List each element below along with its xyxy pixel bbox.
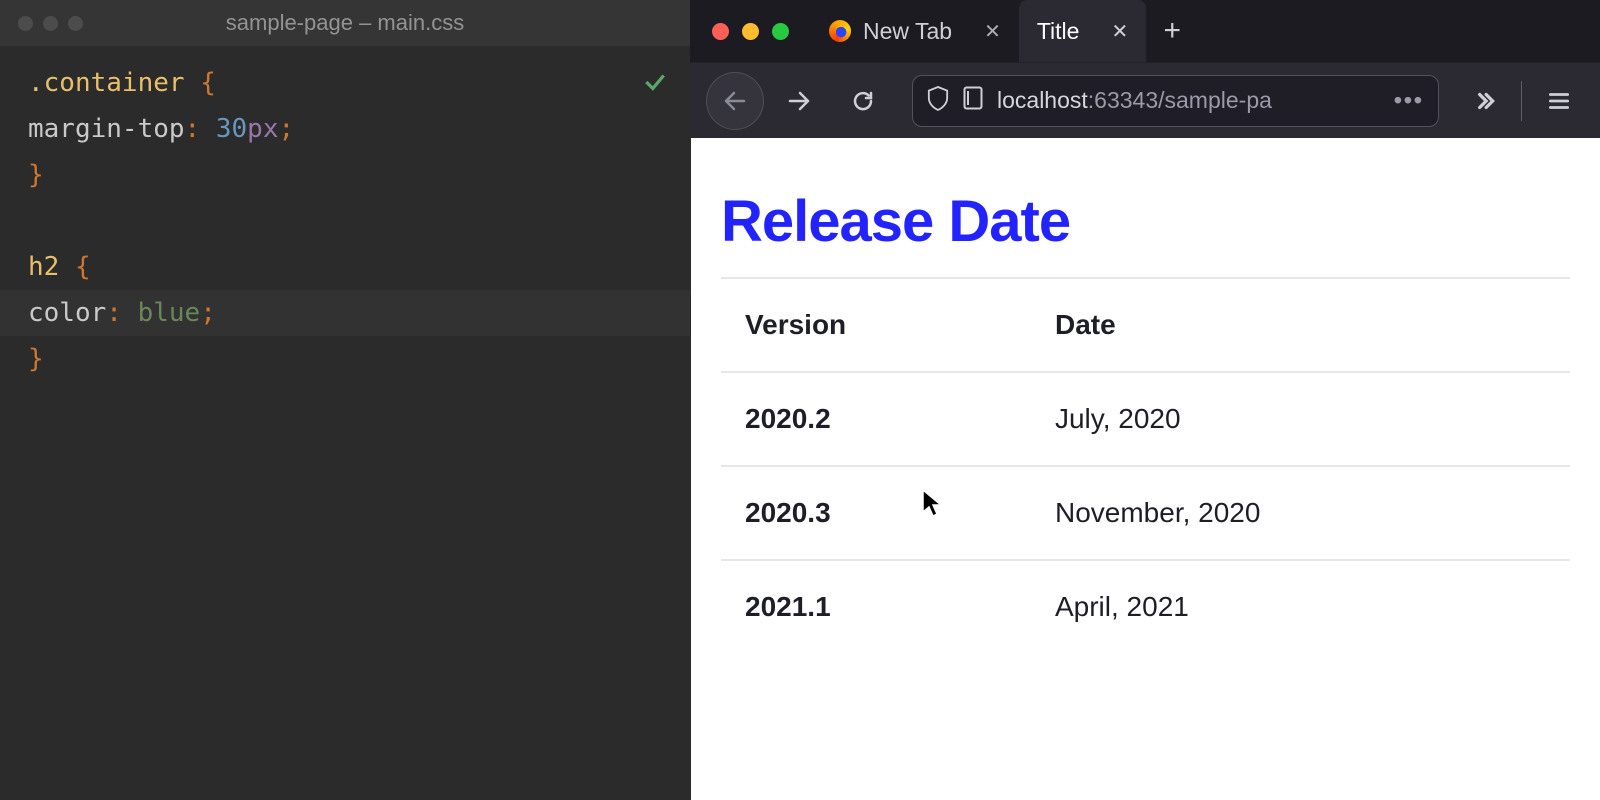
browser-titlebar[interactable]: New Tab ✕ Title ✕ +	[690, 0, 1600, 62]
browser-pane: New Tab ✕ Title ✕ +	[690, 0, 1600, 800]
code-line[interactable]: .container {	[28, 60, 662, 106]
toolbar-divider	[1521, 81, 1522, 121]
css-number: 30	[216, 114, 247, 144]
page-actions-icon[interactable]: •••	[1394, 87, 1424, 114]
forward-button[interactable]	[770, 72, 828, 130]
tab-close-icon[interactable]: ✕	[984, 19, 1001, 44]
cell-version: 2020.3	[721, 466, 1031, 560]
css-value: blue	[138, 298, 201, 328]
col-date: Date	[1031, 278, 1570, 372]
url-text: localhost:63343/sample-pa	[997, 87, 1272, 114]
tracking-protection-icon[interactable]	[927, 85, 949, 117]
css-unit: px	[247, 114, 278, 144]
tab-label: New Tab	[863, 18, 952, 45]
editor-title: sample-page – main.css	[0, 10, 690, 36]
tab-close-icon[interactable]: ✕	[1111, 19, 1128, 44]
tab-label: Title	[1037, 18, 1080, 45]
editor-zoom-icon[interactable]	[68, 16, 83, 31]
window-close-icon[interactable]	[712, 23, 729, 40]
inspection-ok-icon[interactable]	[642, 64, 668, 110]
toolbar-overflow-button[interactable]	[1459, 76, 1509, 126]
brace-close: }	[28, 344, 44, 374]
tabstrip: New Tab ✕ Title ✕ +	[811, 0, 1600, 62]
css-selector: h2	[28, 252, 59, 282]
tab-title[interactable]: Title ✕	[1019, 0, 1146, 62]
code-line[interactable]	[28, 198, 662, 244]
url-bar[interactable]: localhost:63343/sample-pa •••	[912, 75, 1439, 127]
browser-toolbar: localhost:63343/sample-pa •••	[690, 62, 1600, 138]
cell-date: April, 2021	[1031, 560, 1570, 653]
table-row: 2020.3 November, 2020	[721, 466, 1570, 560]
release-table: Version Date 2020.2 July, 2020 2020.3 No…	[721, 277, 1570, 653]
cell-version: 2021.1	[721, 560, 1031, 653]
code-line[interactable]: margin-top: 30px;	[28, 106, 662, 152]
editor-minimize-icon[interactable]	[43, 16, 58, 31]
cell-version: 2020.2	[721, 372, 1031, 466]
brace-open: {	[185, 68, 216, 98]
editor-pane: sample-page – main.css .container { marg…	[0, 0, 690, 800]
table-row: 2020.2 July, 2020	[721, 372, 1570, 466]
new-tab-button[interactable]: +	[1146, 0, 1198, 62]
mac-traffic-lights	[690, 23, 811, 40]
table-row: 2021.1 April, 2021	[721, 560, 1570, 653]
window-minimize-icon[interactable]	[742, 23, 759, 40]
css-property: color	[28, 298, 106, 328]
css-selector: .container	[28, 68, 185, 98]
site-identity-icon[interactable]	[963, 86, 983, 116]
table-header-row: Version Date	[721, 278, 1570, 372]
reload-button[interactable]	[834, 72, 892, 130]
css-property: margin-top	[28, 114, 185, 144]
cell-date: November, 2020	[1031, 466, 1570, 560]
code-line[interactable]: color: blue;	[0, 290, 690, 336]
tab-new-tab[interactable]: New Tab ✕	[811, 0, 1019, 62]
code-line[interactable]: }	[28, 336, 662, 382]
browser-viewport[interactable]: Release Date Version Date 2020.2 July, 2…	[690, 138, 1600, 800]
app-menu-button[interactable]	[1534, 76, 1584, 126]
editor-close-icon[interactable]	[18, 16, 33, 31]
editor-titlebar[interactable]: sample-page – main.css	[0, 0, 690, 46]
back-button[interactable]	[706, 72, 764, 130]
cell-date: July, 2020	[1031, 372, 1570, 466]
brace-open: {	[59, 252, 90, 282]
page-heading: Release Date	[721, 188, 1570, 255]
window-zoom-icon[interactable]	[772, 23, 789, 40]
code-line[interactable]: }	[28, 152, 662, 198]
editor-body[interactable]: .container { margin-top: 30px; } h2 { co…	[0, 46, 690, 800]
code-line[interactable]: h2 {	[28, 244, 662, 290]
firefox-favicon-icon	[829, 20, 851, 42]
brace-close: }	[28, 160, 44, 190]
col-version: Version	[721, 278, 1031, 372]
